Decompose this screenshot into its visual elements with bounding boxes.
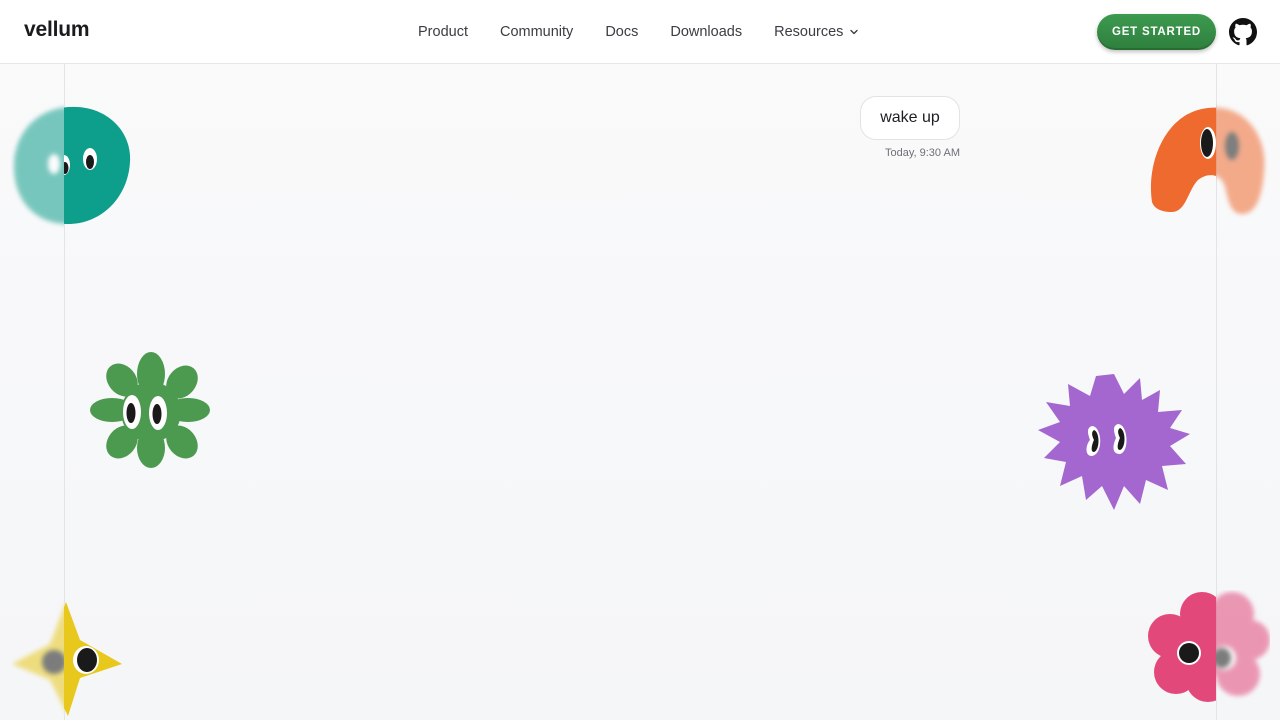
github-icon[interactable] bbox=[1229, 18, 1257, 46]
nav-resources-label: Resources bbox=[774, 24, 844, 40]
page: vellum Product Community Docs Downloads … bbox=[0, 0, 1280, 720]
nav-downloads[interactable]: Downloads bbox=[654, 24, 758, 40]
nav-docs[interactable]: Docs bbox=[589, 24, 654, 40]
chat-message-bubble: wake up bbox=[860, 96, 960, 140]
teal-blob-creature bbox=[13, 106, 131, 224]
nav-product[interactable]: Product bbox=[402, 24, 484, 40]
orange-arch-creature bbox=[1151, 107, 1265, 214]
nav-community[interactable]: Community bbox=[484, 24, 589, 40]
top-navbar: vellum Product Community Docs Downloads … bbox=[0, 0, 1280, 64]
chevron-down-icon bbox=[850, 29, 859, 35]
vellum-logo[interactable]: vellum bbox=[24, 18, 90, 42]
purple-spiky-creature bbox=[1038, 374, 1190, 510]
pink-flower-creature bbox=[1148, 592, 1270, 702]
get-started-button[interactable]: GET STARTED bbox=[1097, 14, 1216, 50]
chat-timestamp: Today, 9:30 AM bbox=[884, 147, 960, 159]
green-flower-creature bbox=[90, 352, 210, 468]
nav-resources[interactable]: Resources bbox=[758, 24, 875, 40]
main-nav: Product Community Docs Downloads Resourc… bbox=[402, 0, 875, 64]
yellow-star-creature bbox=[12, 602, 122, 716]
